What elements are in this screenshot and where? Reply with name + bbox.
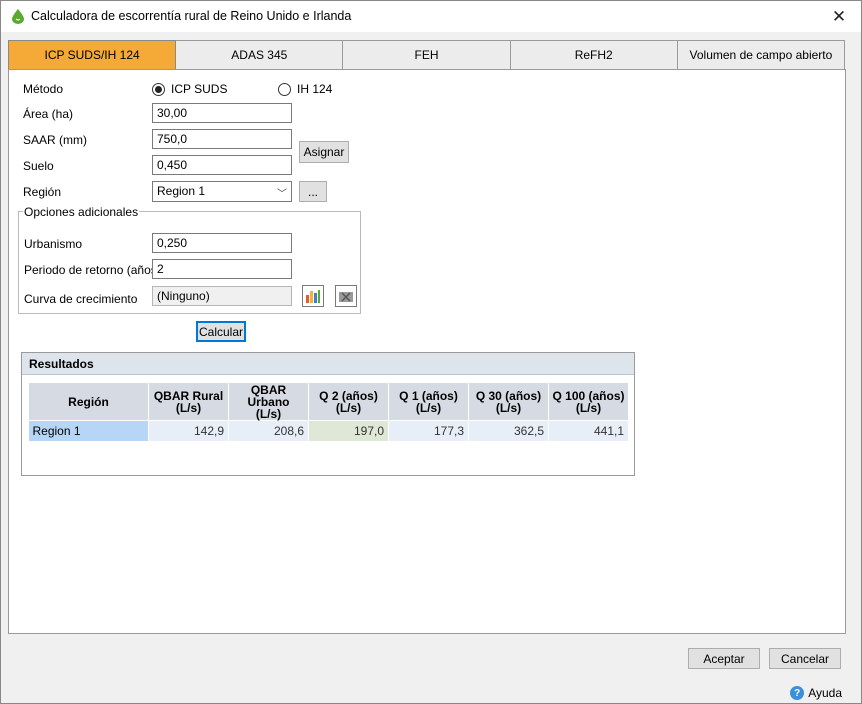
delete-chart-icon — [339, 292, 353, 302]
region-label: Región — [23, 185, 62, 199]
growth-curve-input: (Ninguno) — [152, 286, 292, 306]
growth-clear-button[interactable] — [335, 285, 357, 307]
region-browse-button[interactable]: ... — [299, 181, 327, 202]
saar-input[interactable]: 750,0 — [152, 129, 292, 149]
radio-unselected-icon — [278, 82, 291, 96]
tab-volumen[interactable]: Volumen de campo abierto — [677, 40, 846, 70]
bar-chart-icon — [306, 290, 320, 303]
table-row[interactable]: Region 1 142,9 208,6 197,0 177,3 362,5 4… — [28, 420, 629, 441]
col-qbar-rural[interactable]: QBAR Rural (L/s) — [148, 382, 229, 421]
results-panel: Resultados Región QBAR Rural (L/s) QBAR … — [21, 352, 635, 476]
soil-label: Suelo — [23, 159, 54, 173]
cell-qbar-rural[interactable]: 142,9 — [148, 420, 229, 441]
area-label: Área (ha) — [23, 107, 74, 121]
cell-qbar-urbano[interactable]: 208,6 — [228, 420, 309, 441]
method-tabs: ICP SUDS/IH 124 ADAS 345 FEH ReFH2 Volum… — [8, 40, 846, 70]
results-table: Región QBAR Rural (L/s) QBAR Urbano (L/s… — [28, 382, 629, 441]
ok-button[interactable]: Aceptar — [688, 648, 760, 669]
region-select[interactable]: Region 1 ﹀ — [152, 181, 292, 202]
urban-label: Urbanismo — [24, 237, 83, 251]
col-q30[interactable]: Q 30 (años) (L/s) — [468, 382, 549, 421]
window-title: Calculadora de escorrentía rural de Rein… — [31, 9, 352, 23]
urban-input[interactable]: 0,250 — [152, 233, 292, 253]
col-q100[interactable]: Q 100 (años) (L/s) — [548, 382, 629, 421]
tab-feh[interactable]: FEH — [343, 40, 511, 70]
help-icon: ? — [790, 686, 805, 700]
results-header-row: Región QBAR Rural (L/s) QBAR Urbano (L/s… — [28, 382, 629, 421]
title-bar: Calculadora de escorrentía rural de Rein… — [1, 1, 861, 32]
tab-panel: Método ICP SUDS IH 124 Área (ha) 30,00 S… — [8, 69, 846, 634]
col-q1[interactable]: Q 1 (años) (L/s) — [388, 382, 469, 421]
return-period-label: Periodo de retorno (años) — [24, 263, 161, 277]
assign-button[interactable]: Asignar — [299, 141, 349, 163]
calculate-button[interactable]: Calcular — [196, 321, 246, 342]
col-region[interactable]: Región — [28, 382, 149, 421]
help-link[interactable]: ? Ayuda — [790, 686, 842, 700]
cell-region[interactable]: Region 1 — [28, 420, 149, 441]
method-label: Método — [23, 82, 64, 96]
tab-refh2[interactable]: ReFH2 — [510, 40, 678, 70]
cell-q100[interactable]: 441,1 — [548, 420, 629, 441]
soil-input[interactable]: 0,450 — [152, 155, 292, 175]
cancel-button[interactable]: Cancelar — [769, 648, 841, 669]
cell-q2[interactable]: 197,0 — [308, 420, 389, 441]
tab-icp-suds[interactable]: ICP SUDS/IH 124 — [8, 40, 177, 70]
region-select-value: Region 1 — [157, 184, 206, 198]
radio-ih124[interactable]: IH 124 — [278, 82, 332, 96]
col-qbar-urbano[interactable]: QBAR Urbano (L/s) — [228, 382, 309, 421]
col-q2[interactable]: Q 2 (años) (L/s) — [308, 382, 389, 421]
saar-label: SAAR (mm) — [23, 133, 87, 147]
radio-selected-icon — [152, 82, 165, 96]
area-input[interactable]: 30,00 — [152, 103, 292, 123]
close-icon[interactable]: ✕ — [817, 1, 861, 32]
return-period-input[interactable]: 2 — [152, 259, 292, 279]
chevron-down-icon: ﹀ — [277, 189, 287, 200]
radio-icp-suds-label: ICP SUDS — [171, 82, 228, 96]
additional-options-group: Opciones adicionales Urbanismo 0,250 Per… — [18, 205, 361, 314]
cell-q1[interactable]: 177,3 — [388, 420, 469, 441]
calculator-window: Calculadora de escorrentía rural de Rein… — [0, 0, 862, 704]
radio-ih124-label: IH 124 — [297, 82, 333, 96]
water-drop-icon — [12, 9, 24, 24]
results-title: Resultados — [22, 353, 634, 375]
additional-options-title: Opciones adicionales — [23, 205, 140, 219]
radio-icp-suds[interactable]: ICP SUDS — [152, 82, 227, 96]
growth-chart-button[interactable] — [302, 285, 324, 307]
help-label: Ayuda — [808, 686, 842, 700]
cell-q30[interactable]: 362,5 — [468, 420, 549, 441]
tab-adas[interactable]: ADAS 345 — [176, 40, 344, 70]
growth-curve-label: Curva de crecimiento — [24, 292, 138, 306]
